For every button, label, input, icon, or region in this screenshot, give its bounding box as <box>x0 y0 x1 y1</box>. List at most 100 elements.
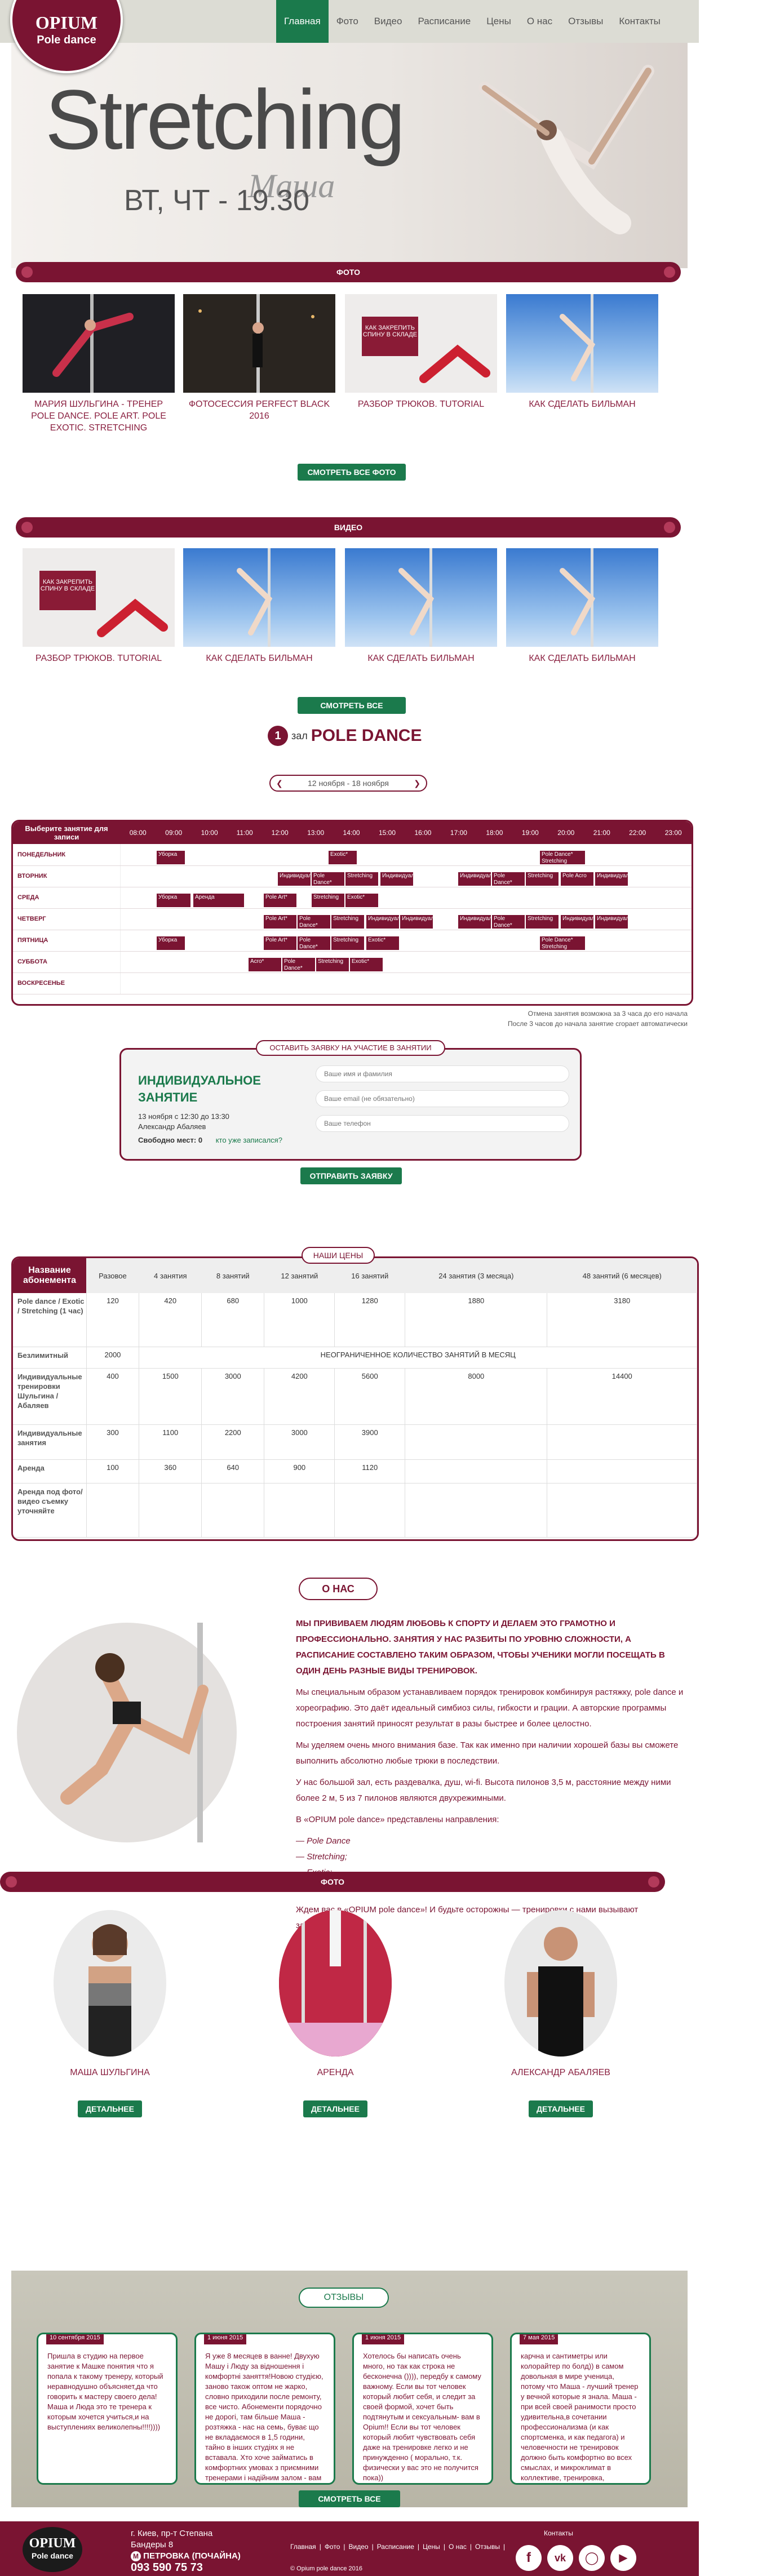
video-card[interactable]: Как закрепить спину в складе Разбор трюк… <box>23 548 175 664</box>
price-cell: 3180 <box>547 1293 697 1347</box>
next-week-icon[interactable]: ❯ <box>414 776 420 790</box>
class-slot[interactable]: Индивидуальное <box>595 872 628 886</box>
class-slot[interactable]: Pole Dance* <box>298 915 330 929</box>
price-cell: 1100 <box>139 1424 202 1460</box>
details-button[interactable]: Детальнее <box>529 2100 593 2117</box>
video-card[interactable]: Как сделать бильман <box>183 548 335 664</box>
class-slot[interactable]: Stretching <box>331 915 364 929</box>
day-label: Четверг <box>13 908 121 930</box>
photo-album-card[interactable]: Мария Шульгина - тренер Pole Dance. Pole… <box>23 294 175 434</box>
price-cell: 360 <box>139 1459 202 1484</box>
class-slot[interactable]: Pole Art* <box>264 894 296 907</box>
footer-link[interactable]: Цены <box>423 2543 440 2551</box>
phone[interactable]: 093 590 75 73 <box>131 2562 241 2573</box>
class-slot[interactable]: Stretching <box>312 894 344 907</box>
nav-contacts[interactable]: Контакты <box>611 0 668 43</box>
team-card[interactable]: Аренда Детальнее <box>251 1910 420 2117</box>
class-slot[interactable]: Pole Dance* <box>492 872 525 886</box>
footer-link[interactable]: Расписание <box>377 2543 414 2551</box>
footer-logo[interactable]: OPIUM Pole dance <box>23 2527 82 2572</box>
class-slot[interactable]: Pole Art* <box>264 915 296 929</box>
metro-name: Петровка (Почайна) <box>143 2551 241 2561</box>
schedule-note-2: После 3 часов до начала занятие сгорает … <box>507 1020 688 1028</box>
footer-link[interactable]: Отзывы <box>475 2543 500 2551</box>
class-slot[interactable]: Pole Dance* Stretching <box>540 851 585 864</box>
footer-link[interactable]: Видео <box>349 2543 369 2551</box>
facebook-icon[interactable]: f <box>516 2545 542 2571</box>
schedule-notes: Отмена занятия возможна за 3 часа до его… <box>406 1009 688 1029</box>
class-slot[interactable]: Индивидуальное <box>278 872 311 886</box>
price-cell: 4200 <box>264 1368 335 1425</box>
youtube-icon[interactable]: ▶ <box>610 2545 636 2571</box>
class-slot[interactable]: Exotic* <box>345 894 378 907</box>
price-row-label: Аренда <box>13 1459 87 1484</box>
email-input[interactable] <box>316 1090 569 1107</box>
footer-link[interactable]: Контакты <box>544 2529 573 2537</box>
photo-album-card[interactable]: Фотосессия Perfect Black 2016 <box>183 294 335 422</box>
class-slot[interactable]: Аренда <box>193 894 244 907</box>
class-slot[interactable]: Pole Dance* <box>282 958 315 971</box>
video-caption: Как сделать бильман <box>206 654 313 663</box>
nav-schedule[interactable]: Расписание <box>410 0 478 43</box>
time-slot: 12:00 <box>262 821 298 844</box>
class-slot[interactable]: Stretching <box>526 872 559 886</box>
details-button[interactable]: Детальнее <box>78 2100 142 2117</box>
class-slot[interactable]: Exotic* <box>350 958 383 971</box>
schedule-table: Выберите занятие для записи 08:00 09:00 … <box>11 820 693 1006</box>
nav-prices[interactable]: Цены <box>478 0 519 43</box>
nav-video[interactable]: Видео <box>366 0 410 43</box>
photo-album-card[interactable]: Как сделать бильман <box>506 294 658 410</box>
class-slot[interactable]: Pole Art* <box>264 936 296 950</box>
class-slot[interactable]: Индивидуальное <box>561 915 593 929</box>
class-slot[interactable]: Pole Dance* Stretching <box>540 936 585 950</box>
class-slot[interactable]: Stretching <box>526 915 559 929</box>
class-slot[interactable]: Stretching <box>345 872 378 886</box>
class-slot[interactable]: Индивидуальное <box>380 872 413 886</box>
nav-photo[interactable]: Фото <box>329 0 366 43</box>
class-slot[interactable]: Exotic* <box>329 851 357 864</box>
vk-icon[interactable]: vk <box>547 2545 573 2571</box>
footer-link[interactable]: О нас <box>449 2543 467 2551</box>
class-slot[interactable]: Acro* <box>249 958 281 971</box>
nav-home[interactable]: Главная <box>276 0 329 43</box>
footer-link[interactable]: Главная <box>290 2543 316 2551</box>
who-signed-link[interactable]: кто уже записался? <box>216 1136 282 1144</box>
hero-banner[interactable]: Stretching Маша ВТ, ЧТ - 19.30 <box>11 43 688 268</box>
class-slot[interactable]: Exotic* <box>366 936 399 950</box>
time-slot: 17:00 <box>441 821 477 844</box>
class-slot[interactable]: Индивидуальное <box>400 915 433 929</box>
class-slot[interactable]: Индивидуальное <box>366 915 399 929</box>
photo-album-card[interactable]: Как закрепить спину в складе Разбор трюк… <box>345 294 497 410</box>
class-slot[interactable]: Pole Dance* <box>312 872 344 886</box>
price-cell: 8000 <box>405 1368 548 1425</box>
phone-input[interactable] <box>316 1115 569 1132</box>
class-slot[interactable]: Индивидуальное <box>458 915 491 929</box>
all-videos-button[interactable]: Смотреть все видео <box>298 697 406 727</box>
team-card[interactable]: Маша Шульгина Детальнее <box>25 1910 194 2117</box>
footer-link[interactable]: Фото <box>325 2543 340 2551</box>
class-slot[interactable]: Pole Dance* <box>298 936 330 950</box>
class-slot[interactable]: Индивидуальное <box>458 872 491 886</box>
details-button[interactable]: Детальнее <box>303 2100 367 2117</box>
instagram-icon[interactable]: ◯ <box>579 2545 605 2571</box>
class-slot[interactable]: Индивидуальное <box>595 915 628 929</box>
class-slot[interactable]: Уборка <box>157 851 185 864</box>
class-slot[interactable]: Уборка <box>157 894 190 907</box>
all-reviews-button[interactable]: Смотреть все фото <box>299 2490 400 2507</box>
team-card[interactable]: Александр Абаляев Детальнее <box>476 1910 645 2117</box>
nav-about[interactable]: О нас <box>519 0 560 43</box>
video-card[interactable]: Как сделать бильман <box>506 548 658 664</box>
class-slot[interactable]: Pole Dance* <box>492 915 525 929</box>
day-label: Вторник <box>13 865 121 887</box>
class-slot[interactable]: Уборка <box>157 936 185 950</box>
video-card[interactable]: Как сделать бильман <box>345 548 497 664</box>
class-slot[interactable]: Stretching <box>316 958 349 971</box>
prev-week-icon[interactable]: ❮ <box>276 776 283 790</box>
class-slot[interactable]: Pole Acro <box>561 872 593 886</box>
class-slot[interactable]: Stretching <box>331 936 364 950</box>
nav-reviews[interactable]: Отзывы <box>560 0 611 43</box>
team-photo <box>54 1910 166 2057</box>
all-photos-button[interactable]: Смотреть все фото <box>298 464 406 481</box>
name-input[interactable] <box>316 1065 569 1082</box>
submit-signup-button[interactable]: Отправить заявку <box>300 1167 402 1184</box>
